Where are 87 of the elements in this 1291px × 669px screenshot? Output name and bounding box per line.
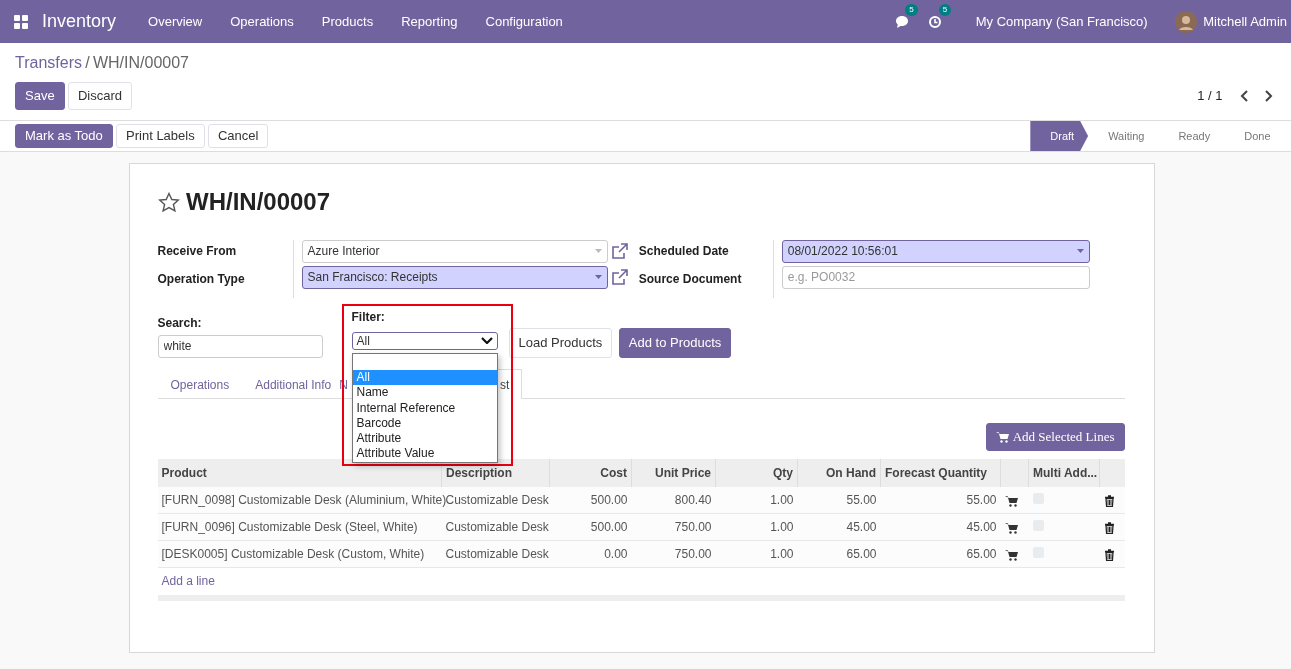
table-cell: 45.00 xyxy=(880,513,1001,541)
table-cell: 1.00 xyxy=(715,513,798,541)
table-cell: 750.00 xyxy=(631,513,716,541)
trash-icon[interactable] xyxy=(1103,548,1115,561)
menu-item[interactable]: Products xyxy=(307,11,388,32)
count-badge: 5 xyxy=(905,3,918,16)
cart-icon[interactable] xyxy=(1004,548,1018,561)
filter-label: Filter: xyxy=(351,308,386,326)
column-header[interactable]: On Hand xyxy=(797,458,881,487)
column-header[interactable]: Qty xyxy=(715,458,798,487)
external-link-icon[interactable] xyxy=(610,268,629,286)
table-cell: 45.00 xyxy=(797,513,881,541)
menu-item[interactable]: Reporting xyxy=(387,11,472,32)
add-line-link[interactable]: Add a line xyxy=(161,574,215,589)
star-icon[interactable] xyxy=(157,191,180,213)
action-button[interactable]: Mark as Todo xyxy=(15,124,113,148)
field-label: Scheduled Date xyxy=(638,242,730,260)
action-button[interactable]: Print Labels xyxy=(116,124,205,148)
column-header[interactable]: Multi Add... xyxy=(1028,458,1100,487)
caret-icon xyxy=(594,249,602,253)
table-cell: 500.00 xyxy=(549,513,632,541)
caret-icon xyxy=(1076,249,1084,253)
user-menu[interactable]: Mitchell Admin xyxy=(1196,11,1287,32)
search-field[interactable]: white xyxy=(157,334,323,358)
cart-icon xyxy=(996,430,1010,443)
table-cell: 750.00 xyxy=(631,540,716,568)
input-field[interactable]: 08/01/2022 10:56:01 xyxy=(781,239,1090,263)
field-label: Operation Type xyxy=(157,270,246,288)
previous-icon[interactable] xyxy=(1238,88,1250,103)
save-button[interactable]: Save xyxy=(15,81,65,110)
table-cell: [DESK0005] Customizable Desk (Custom, White) xyxy=(157,540,442,568)
company-switcher[interactable]: My Company (San Francisco) xyxy=(961,11,1162,32)
breadcrumb-current: WH/IN/00007 xyxy=(92,53,189,73)
column-header[interactable]: Unit Price xyxy=(631,458,716,487)
chat-icon[interactable] xyxy=(894,15,909,30)
tab[interactable]: Additional Info xyxy=(242,368,337,398)
table-cell: 55.00 xyxy=(880,486,1001,514)
app-name[interactable]: Inventory xyxy=(42,8,117,35)
table-cell: 55.00 xyxy=(797,486,881,514)
count-badge: 5 xyxy=(938,3,952,16)
table-cell: [FURN_0096] Customizable Desk (Steel, White) xyxy=(157,513,442,541)
external-link-icon[interactable] xyxy=(610,242,629,260)
dropdown-option[interactable]: Internal Reference xyxy=(352,400,497,416)
next-icon[interactable] xyxy=(1263,88,1274,103)
cart-icon[interactable] xyxy=(1004,494,1018,507)
table-cell: 1.00 xyxy=(715,540,798,568)
table-cell: 800.40 xyxy=(631,486,716,514)
menu-item[interactable]: Overview xyxy=(134,11,217,32)
add-to-products-button[interactable]: Add to Products xyxy=(618,327,732,358)
cart-icon[interactable] xyxy=(1004,521,1018,534)
action-button[interactable]: Cancel xyxy=(207,124,269,148)
table-cell: Customizable Desk xyxy=(441,540,550,568)
breadcrumb-link[interactable]: Transfers xyxy=(15,51,82,75)
field-label: Source Document xyxy=(638,270,743,288)
dropdown-option[interactable]: Attribute xyxy=(352,431,497,447)
column-header[interactable]: Cost xyxy=(549,458,632,487)
avatar[interactable] xyxy=(1174,10,1197,33)
menu-item[interactable]: Configuration xyxy=(471,11,577,32)
status-step[interactable]: Draft xyxy=(1030,121,1089,151)
column-header[interactable]: Product xyxy=(157,458,442,487)
trash-icon[interactable] xyxy=(1103,494,1115,507)
table-cell: 0.00 xyxy=(549,540,632,568)
field-label: Receive From xyxy=(157,242,238,260)
tab[interactable]: Operations xyxy=(157,368,243,398)
pager-value: 1 / 1 xyxy=(1197,86,1223,105)
dropdown-option[interactable]: Barcode xyxy=(352,415,497,432)
breadcrumb-separator: / xyxy=(85,53,90,73)
column-header[interactable]: Forecast Quantity xyxy=(880,458,1001,487)
chevron-icon xyxy=(480,337,493,344)
trash-icon[interactable] xyxy=(1103,521,1115,534)
filter-dropdown[interactable]: All xyxy=(351,331,498,350)
table-cell: 500.00 xyxy=(549,486,632,514)
caret-icon xyxy=(594,275,602,280)
table-cell: Customizable Desk xyxy=(441,513,550,541)
input-field[interactable]: San Francisco: Receipts xyxy=(301,265,608,289)
load-products-button[interactable]: Load Products xyxy=(508,327,613,358)
add-selected-lines-button[interactable]: Add Selected Lines xyxy=(986,422,1125,451)
table-cell: 65.00 xyxy=(797,540,881,568)
table-cell: 1.00 xyxy=(715,486,798,514)
input-field[interactable]: Azure Interior xyxy=(301,239,608,263)
apps-menu-icon[interactable] xyxy=(14,14,28,29)
discard-button[interactable]: Discard xyxy=(67,81,132,110)
record-title: WH/IN/00007 xyxy=(186,187,331,217)
table-cell: 65.00 xyxy=(880,540,1001,568)
search-label: Search: xyxy=(157,314,203,332)
clock-icon[interactable] xyxy=(928,15,943,30)
menu-item[interactable]: Operations xyxy=(216,11,308,32)
